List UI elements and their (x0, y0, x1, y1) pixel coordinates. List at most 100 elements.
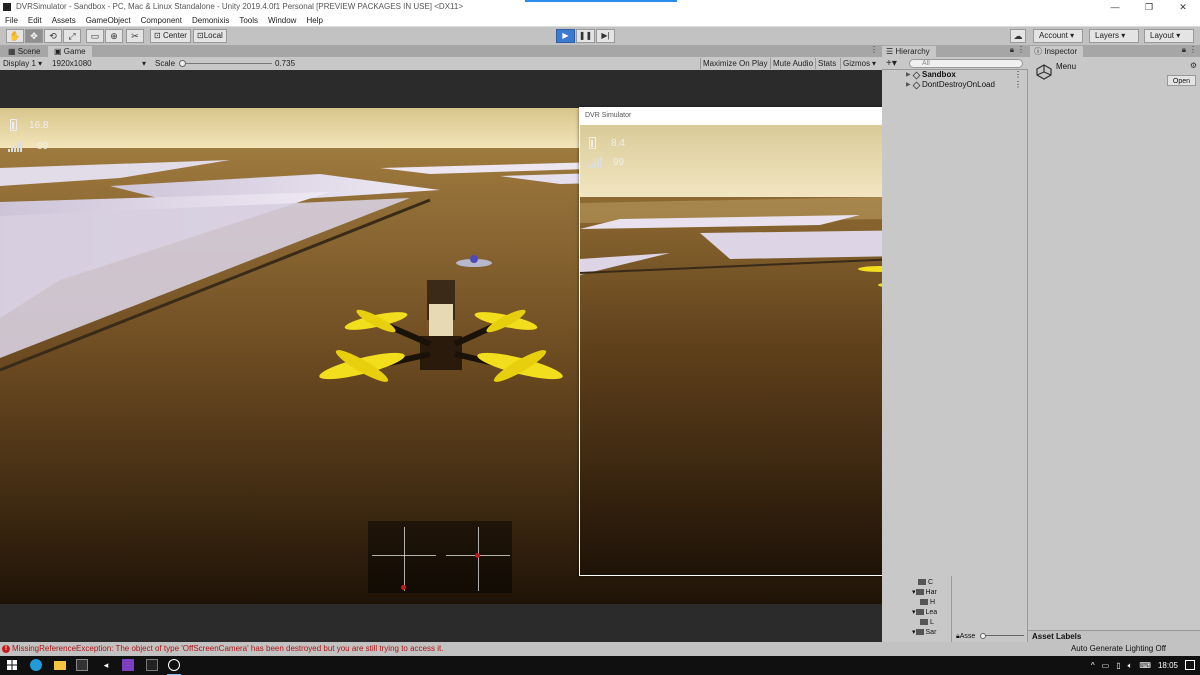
main-battery-value: 16.8 (29, 120, 49, 131)
mute-audio-toggle[interactable]: Mute Audio (770, 58, 815, 69)
console-error-message[interactable]: MissingReferenceException: The object of… (12, 642, 443, 656)
maximize-button[interactable]: ❐ (1132, 0, 1166, 14)
resolution-dropdown[interactable]: 1920x1080 (52, 57, 92, 70)
battery-tray-icon[interactable]: ▯ (1116, 656, 1120, 675)
move-tool-icon[interactable]: ✥ (25, 29, 43, 43)
item-menu-icon[interactable]: ⋮ (1014, 70, 1022, 80)
scale-slider-track[interactable] (180, 63, 272, 64)
file-explorer-icon[interactable] (54, 661, 66, 670)
visual-studio-icon[interactable] (122, 659, 134, 671)
hierarchy-search-input[interactable]: All (909, 59, 1023, 68)
scale-slider-thumb[interactable] (179, 60, 186, 67)
menu-window[interactable]: Window (268, 14, 296, 26)
scale-tool-icon[interactable]: ⤢ (63, 29, 81, 43)
folder-label: Lea (925, 609, 938, 616)
hierarchy-item-sandbox[interactable]: ▶ Sandbox ⋮ (882, 70, 1028, 80)
layers-dropdown[interactable]: Layers ▾ (1089, 29, 1139, 43)
game-tab-strip: ▦ Scene ▣ Game ⋮ (0, 45, 882, 57)
cloud-icon[interactable]: ☁ (1010, 29, 1026, 43)
project-file-area[interactable]: 🔒︎Asse (952, 576, 1028, 642)
scale-value: 0.735 (275, 59, 296, 68)
stats-toggle[interactable]: Stats (815, 58, 838, 69)
scale-label: Scale (155, 59, 176, 68)
game-tab-menu-icon[interactable]: ⋮ (870, 45, 878, 54)
pivot-label: Center (162, 31, 187, 40)
rotate-tool-icon[interactable]: ⟲ (44, 29, 62, 43)
inspector-tab-label: Inspector (1044, 47, 1078, 56)
item-menu-icon[interactable]: ⋮ (1014, 80, 1022, 90)
menu-demonixis[interactable]: Demonixis (192, 14, 229, 26)
asset-labels-header[interactable]: Asset Labels (1028, 630, 1200, 642)
layout-dropdown[interactable]: Layout ▾ (1144, 29, 1194, 43)
hand-tool-icon[interactable]: ✋ (6, 29, 24, 43)
unity-editor-icon[interactable] (168, 659, 180, 671)
network-icon[interactable]: ▭ (1102, 656, 1110, 675)
right-stick-v-axis (478, 527, 479, 591)
maximize-on-play-toggle[interactable]: Maximize On Play (700, 58, 769, 69)
gear-icon[interactable]: ⚙ (1190, 61, 1197, 70)
left-stick-dot (401, 585, 406, 590)
asset-path-label: 🔒︎Asse (956, 633, 976, 640)
create-plus-icon[interactable]: +▾ (886, 57, 897, 70)
inspector-lock-icon[interactable]: 🔒︎ (1182, 45, 1186, 55)
console-status-bar[interactable]: ! MissingReferenceException: The object … (0, 642, 1200, 656)
menu-help[interactable]: Help (306, 14, 322, 26)
close-button[interactable]: ✕ (1166, 0, 1200, 14)
hierarchy-item-dontdestroyonload[interactable]: ▶ DontDestroyOnLoad ⋮ (882, 80, 1028, 90)
display-dropdown[interactable]: Display 1 ▾ (3, 57, 42, 70)
expand-arrow-icon[interactable]: ▶ (906, 70, 911, 80)
gizmos-toggle[interactable]: Gizmos (840, 58, 872, 69)
folder-row[interactable]: ▾ Har (912, 588, 937, 598)
step-button[interactable]: ▶| (596, 29, 615, 43)
play-button[interactable]: ▶ (556, 29, 575, 43)
icon-size-slider-track[interactable] (982, 635, 1024, 636)
menu-tools[interactable]: Tools (239, 14, 258, 26)
console-app-icon[interactable] (146, 659, 158, 671)
tab-game[interactable]: ▣ Game (48, 46, 92, 57)
minimize-button[interactable]: — (1098, 0, 1132, 14)
taskbar-clock[interactable]: 18:05 (1158, 656, 1178, 675)
windows-start-icon[interactable] (6, 659, 18, 671)
hierarchy-menu-icon[interactable]: ⋮ (1017, 45, 1025, 54)
menu-file[interactable]: File (5, 14, 18, 26)
inspector-menu-icon[interactable]: ⋮ (1189, 45, 1197, 54)
folder-row[interactable]: ▾ Sar (912, 628, 936, 638)
folder-icon (915, 629, 924, 636)
gizmos-arrow-icon[interactable]: ▾ (872, 57, 876, 70)
rect-tool-icon[interactable]: ▭ (86, 29, 104, 43)
folder-row[interactable]: H (920, 598, 935, 608)
folder-row[interactable]: L (920, 618, 934, 628)
folder-row[interactable]: C (918, 578, 933, 588)
pause-button[interactable]: ❚❚ (576, 29, 595, 43)
pivot-center-button[interactable]: ⊡ Center (150, 29, 191, 43)
tray-chevron-icon[interactable]: ^ (1091, 656, 1095, 675)
folder-row[interactable]: ▾ Lea (912, 608, 937, 618)
volume-icon[interactable]: 🔈︎ (1128, 656, 1133, 675)
tab-hierarchy[interactable]: ☰ Hierarchy (882, 46, 936, 57)
folder-label: L (930, 619, 934, 626)
pivot-local-button[interactable]: ⊡Local (193, 29, 227, 43)
account-dropdown[interactable]: Account ▾ (1033, 29, 1083, 43)
folder-label: H (930, 599, 936, 606)
terminal-icon[interactable] (76, 659, 88, 671)
hierarchy-list: ▶ Sandbox ⋮ ▶ DontDestroyOnLoad ⋮ (882, 70, 1028, 642)
unity-hub-icon[interactable]: ◂ (100, 659, 112, 671)
transform-tool-icon[interactable]: ⊕ (105, 29, 123, 43)
unity-logo-icon (1036, 64, 1052, 80)
resolution-arrow-icon[interactable]: ▾ (142, 57, 146, 70)
custom-tool-icon[interactable]: ✂ (126, 29, 144, 43)
icon-size-slider-thumb[interactable] (980, 633, 986, 639)
hierarchy-lock-icon[interactable]: 🔒︎ (1010, 45, 1014, 55)
language-icon[interactable]: ⌨ (1139, 656, 1151, 675)
edge-icon[interactable] (30, 659, 42, 671)
space-label: Local (203, 31, 223, 40)
menu-gameobject[interactable]: GameObject (86, 14, 131, 26)
expand-arrow-icon[interactable]: ▶ (906, 80, 911, 90)
menu-component[interactable]: Component (141, 14, 182, 26)
tab-scene[interactable]: ▦ Scene (2, 46, 46, 57)
notification-icon[interactable] (1185, 660, 1195, 670)
open-button[interactable]: Open (1166, 75, 1196, 86)
menu-edit[interactable]: Edit (28, 14, 42, 26)
tab-inspector[interactable]: ⓘ Inspector (1030, 46, 1084, 57)
menu-assets[interactable]: Assets (52, 14, 76, 26)
